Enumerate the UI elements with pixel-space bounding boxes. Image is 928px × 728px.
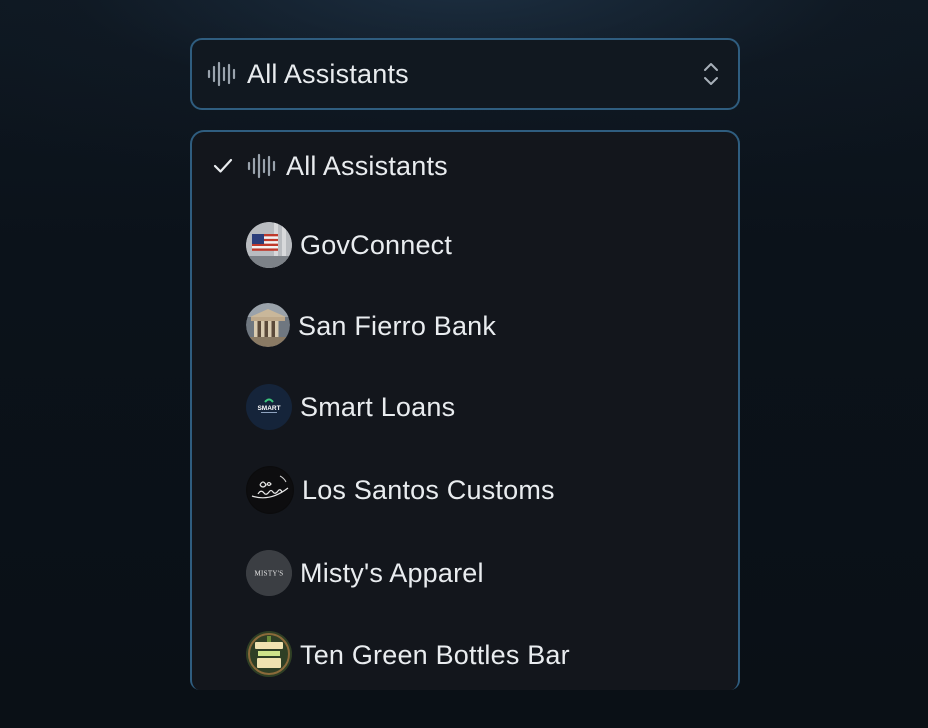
option-smart-loans[interactable]: SMART Smart Loans [192,382,738,432]
select-value: All Assistants [247,58,409,89]
option-label: Los Santos Customs [302,474,555,505]
smart-loans-logo-avatar: SMART [246,384,292,430]
option-ten-green-bottles-bar[interactable]: Ten Green Bottles Bar [192,630,738,680]
waveform-icon [207,60,239,88]
smart-logo-text: SMART [257,405,280,412]
option-label: All Assistants [286,150,448,181]
check-icon [212,155,234,177]
option-label: Misty's Apparel [300,557,484,588]
chevron-up-down-icon [702,61,720,87]
ten-green-bottles-logo-avatar [246,631,292,677]
option-label: San Fierro Bank [298,310,497,341]
mistys-logo-text: MISTY'S [254,570,283,578]
waveform-icon [247,152,279,180]
option-all-assistants[interactable]: All Assistants [192,144,738,188]
option-label: Ten Green Bottles Bar [300,639,570,670]
option-label: Smart Loans [300,391,456,422]
option-govconnect[interactable]: GovConnect [192,220,738,270]
assistant-select[interactable]: All Assistants [190,38,740,110]
option-label: GovConnect [300,229,453,260]
bank-building-avatar [246,303,290,347]
option-san-fierro-bank[interactable]: San Fierro Bank [192,302,738,350]
option-los-santos-customs[interactable]: Los Santos Customs [192,465,738,515]
mistys-logo-avatar: MISTY'S [246,550,292,596]
us-flag-building-avatar [246,222,292,268]
los-santos-customs-logo-avatar [246,466,294,514]
assistant-dropdown-list: All Assistants GovConnect San Fierro Ban… [190,130,740,690]
option-mistys-apparel[interactable]: MISTY'S Misty's Apparel [192,548,738,598]
